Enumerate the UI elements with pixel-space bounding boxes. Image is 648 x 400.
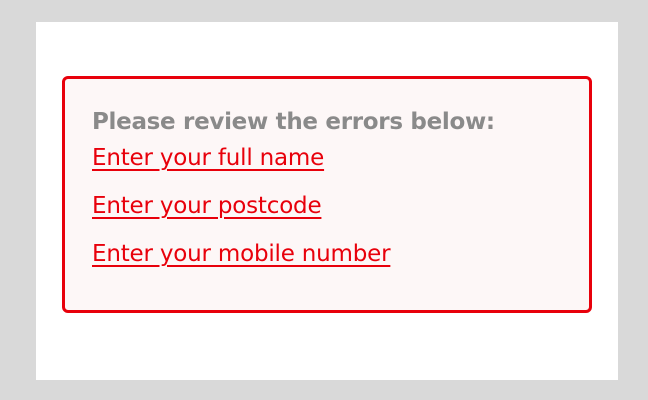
error-link-full-name[interactable]: Enter your full name <box>92 145 324 171</box>
error-list: Enter your full name Enter your postcode… <box>92 143 589 287</box>
error-summary-heading: Please review the errors below: <box>92 109 495 135</box>
error-list-item: Enter your postcode <box>92 191 589 239</box>
error-list-item: Enter your mobile number <box>92 239 589 287</box>
error-list-item: Enter your full name <box>92 143 589 191</box>
error-link-postcode[interactable]: Enter your postcode <box>92 193 322 219</box>
error-link-mobile-number[interactable]: Enter your mobile number <box>92 241 391 267</box>
form-card: Please review the errors below: Enter yo… <box>36 22 618 380</box>
error-summary: Please review the errors below: Enter yo… <box>62 76 592 313</box>
